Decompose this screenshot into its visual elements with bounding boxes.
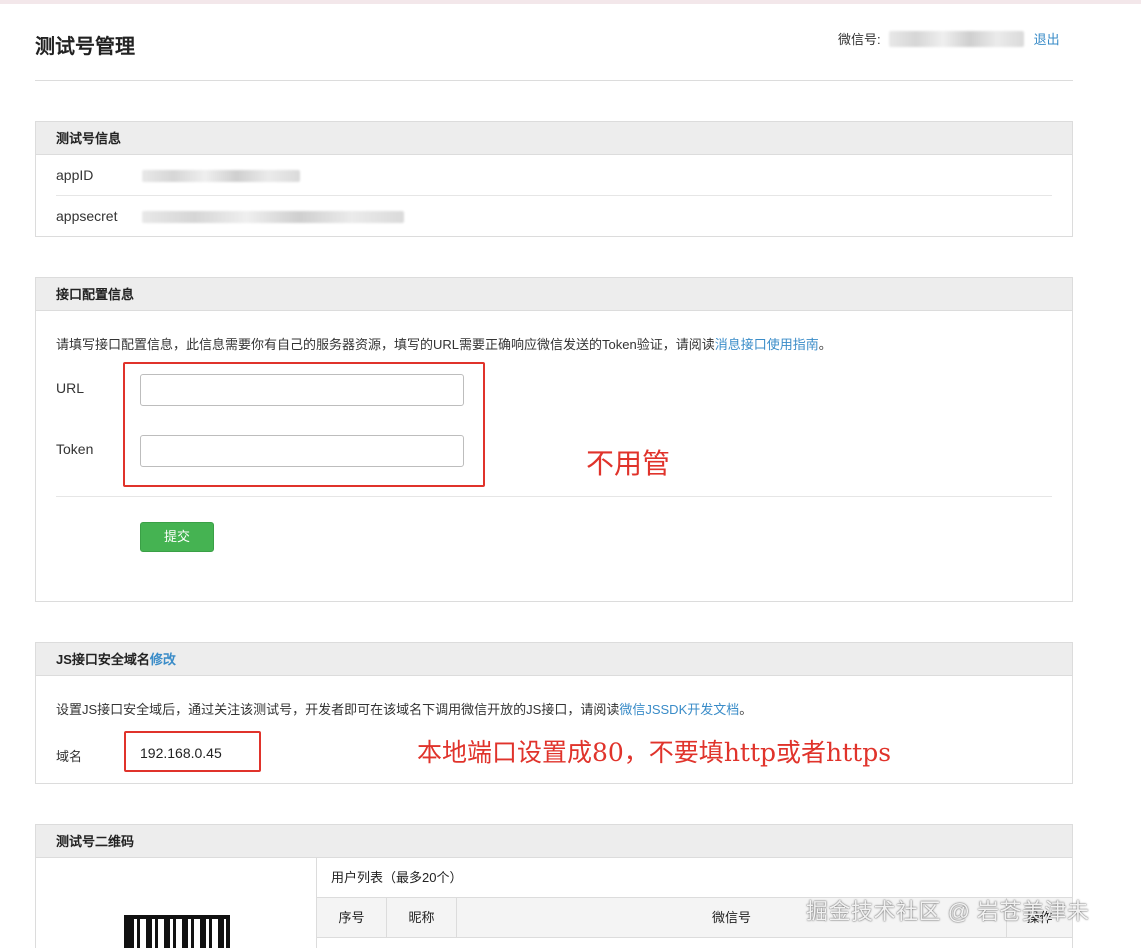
submit-button[interactable]: 提交	[140, 522, 214, 552]
column-header: 序号	[317, 898, 387, 938]
test-info-panel: 测试号信息 appID appsecret	[35, 121, 1073, 237]
account-area: 微信号: 退出	[838, 29, 1060, 48]
qrcode-area	[36, 858, 317, 948]
js-domain-description: 设置JS接口安全域后，通过关注该测试号，开发者即可在该域名下调用微信开放的JS接…	[56, 699, 752, 718]
header-divider	[35, 80, 1073, 81]
appid-label: appID	[56, 167, 94, 183]
account-id-redacted	[888, 30, 1024, 47]
account-label: 微信号:	[838, 32, 881, 47]
interface-config-description: 请填写接口配置信息，此信息需要你有自己的服务器资源，填写的URL需要正确响应微信…	[56, 334, 832, 353]
url-label: URL	[56, 380, 85, 396]
logout-link[interactable]: 退出	[1034, 29, 1060, 48]
domain-note: 本地端口设置成80，不要填http或者https	[417, 738, 892, 767]
appsecret-value-redacted	[141, 211, 404, 224]
appid-value-redacted	[141, 170, 300, 183]
qrcode-panel: 测试号二维码 用户列表（最多20个） 序号 昵称 微信号 操作	[35, 824, 1073, 948]
column-header: 昵称	[387, 898, 457, 938]
appsecret-row: appsecret	[56, 196, 1052, 237]
test-info-title: 测试号信息	[36, 122, 1072, 155]
jssdk-doc-link[interactable]: 微信JSSDK开发文档	[619, 702, 739, 717]
watermark: 掘金技术社区 @ 岩苍美津未	[806, 899, 1090, 924]
message-guide-link[interactable]: 消息接口使用指南	[715, 337, 819, 352]
page-title: 测试号管理	[35, 36, 135, 58]
appid-row: appID	[56, 155, 1052, 196]
form-divider	[56, 496, 1052, 497]
qrcode-title: 测试号二维码	[36, 825, 1072, 858]
top-accent-line	[0, 0, 1141, 4]
domain-label: 域名	[56, 749, 83, 764]
js-description-suffix: 。	[739, 702, 753, 717]
description-text: 请填写接口配置信息，此信息需要你有自己的服务器资源，填写的URL需要正确响应微信…	[56, 337, 715, 352]
interface-config-title: 接口配置信息	[36, 278, 1072, 311]
js-description-text: 设置JS接口安全域后，通过关注该测试号，开发者即可在该域名下调用微信开放的JS接…	[56, 702, 620, 717]
js-domain-header: JS接口安全域名修改	[36, 643, 1072, 676]
appsecret-label: appsecret	[56, 208, 118, 224]
token-label: Token	[56, 441, 94, 457]
edit-domain-link[interactable]: 修改	[150, 652, 176, 667]
config-note: 不用管	[586, 447, 671, 480]
qrcode-image	[124, 915, 230, 948]
js-domain-title: JS接口安全域名	[56, 652, 150, 667]
domain-highlight-box	[124, 731, 261, 772]
user-list-title: 用户列表（最多20个）	[317, 858, 1072, 898]
description-suffix: 。	[818, 337, 832, 352]
config-highlight-box	[123, 362, 485, 487]
